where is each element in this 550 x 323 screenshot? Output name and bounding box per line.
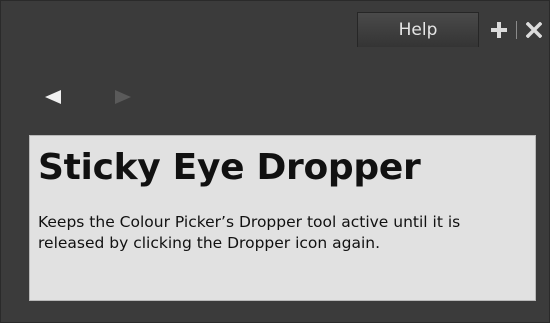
close-icon[interactable] — [521, 17, 547, 43]
panel-title-icons — [486, 15, 547, 45]
help-panel: Help Sticky Eye Dropper Keeps the Colour… — [0, 0, 550, 323]
help-content: Sticky Eye Dropper Keeps the Colour Pick… — [29, 135, 536, 301]
back-button[interactable] — [41, 87, 65, 107]
description-text: Keeps the Colour Picker’s Dropper tool a… — [38, 213, 461, 252]
forward-button[interactable] — [111, 87, 135, 107]
triangle-left-icon — [45, 90, 61, 104]
help-navigation — [41, 87, 135, 107]
page-title: Sticky Eye Dropper — [38, 147, 421, 188]
triangle-right-icon — [115, 90, 131, 104]
tab-help-label: Help — [398, 20, 438, 40]
icon-separator — [516, 21, 517, 39]
plus-icon[interactable] — [486, 17, 512, 43]
tab-help[interactable]: Help — [357, 12, 479, 47]
